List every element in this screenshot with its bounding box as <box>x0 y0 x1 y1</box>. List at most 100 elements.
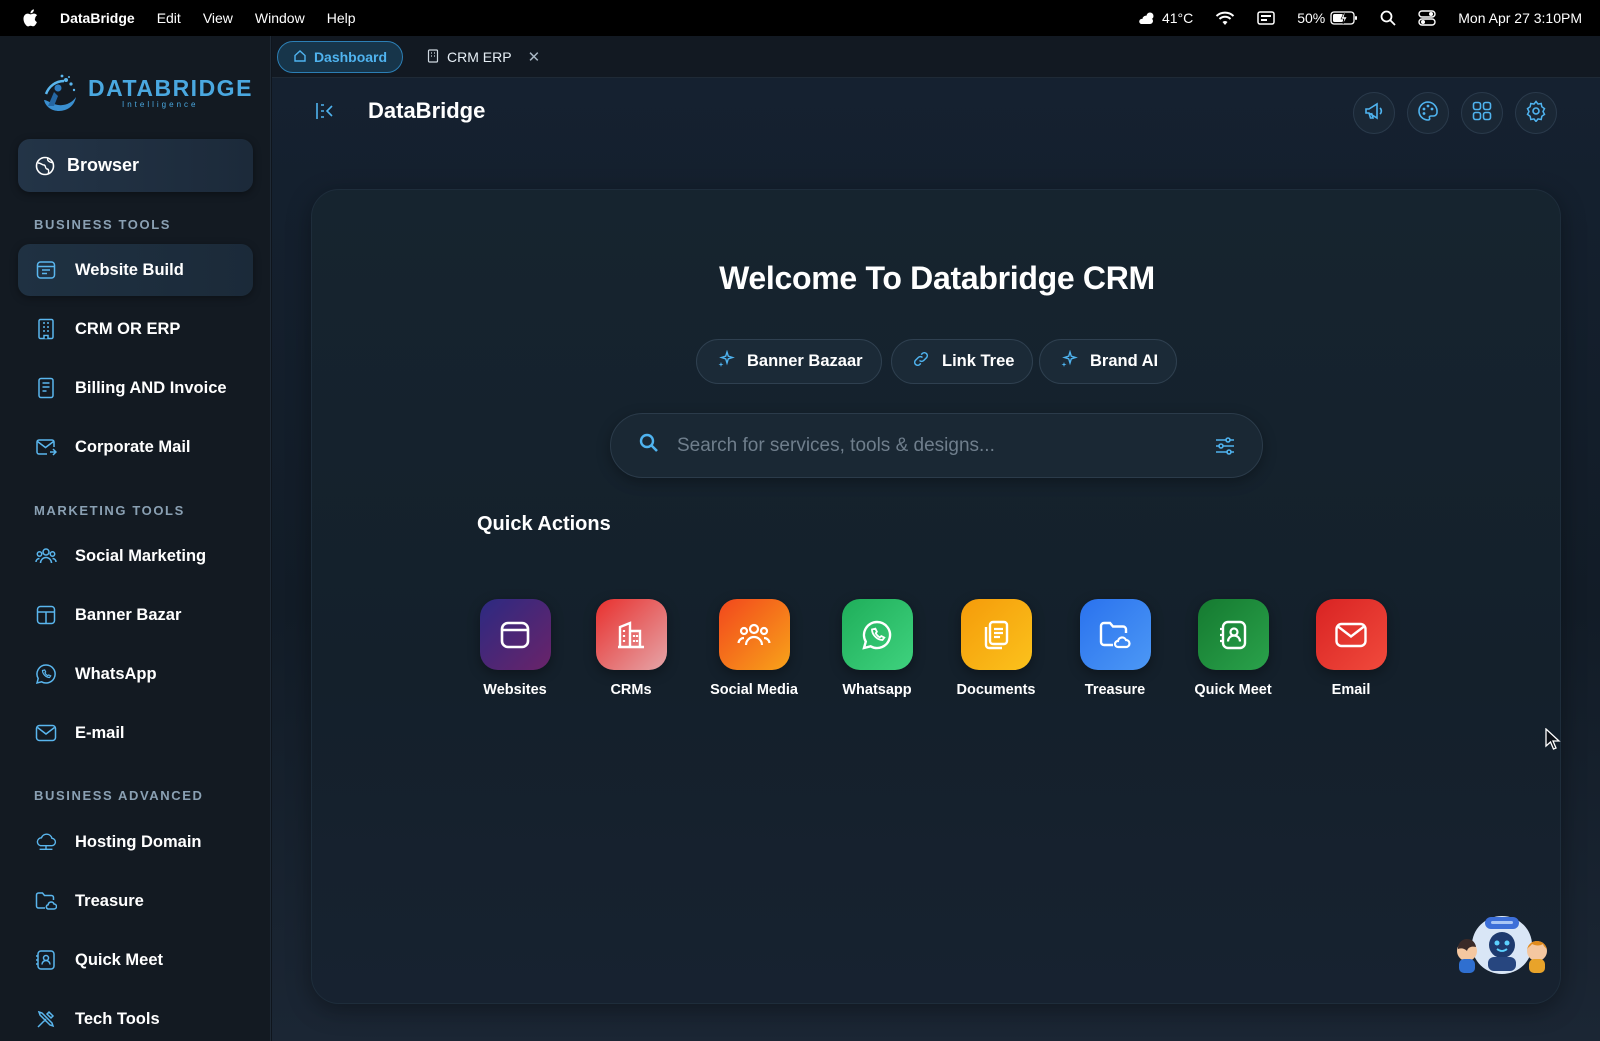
quick-action-label: Quick Meet <box>1194 682 1272 698</box>
sidebar-item-quick-meet[interactable]: Quick Meet <box>18 934 253 986</box>
apple-icon[interactable] <box>22 9 38 27</box>
quick-action-label: Social Media <box>710 682 798 698</box>
grid-icon <box>1471 100 1493 127</box>
section-business-tools: BUSINESS TOOLS <box>34 217 172 232</box>
sidebar-item-website-build[interactable]: Website Build <box>18 244 253 296</box>
section-business-advanced: BUSINESS ADVANCED <box>34 788 204 803</box>
search-input[interactable] <box>677 434 1197 457</box>
spotlight-search-icon[interactable] <box>1380 10 1396 26</box>
sidebar: DATABRIDGE Intelligence Browser BUSINESS… <box>0 36 271 1041</box>
whatsapp-icon <box>35 663 57 685</box>
mouse-cursor-icon <box>1545 727 1561 750</box>
chip-brand-ai[interactable]: Brand AI <box>1039 339 1178 384</box>
browser-button[interactable]: Browser <box>18 139 253 192</box>
tab-bar: Dashboard CRM ERP ✕ <box>272 36 1600 78</box>
sidebar-item-label: Social Marketing <box>75 546 207 565</box>
envelope-icon <box>1315 599 1387 670</box>
building-icon <box>427 48 439 66</box>
whatsapp-icon <box>841 599 913 670</box>
sidebar-item-label: Billing AND Invoice <box>75 378 227 397</box>
quick-action-label: Email <box>1331 682 1371 698</box>
quick-action-label: Treasure <box>1084 682 1146 698</box>
quick-action-label: CRMs <box>610 682 652 698</box>
link-icon <box>912 350 930 373</box>
quick-action-email[interactable]: Email <box>1296 599 1406 698</box>
logo-text: DATABRIDGE <box>88 75 253 101</box>
menu-help[interactable]: Help <box>327 10 356 26</box>
tab-dashboard[interactable]: Dashboard <box>277 41 403 73</box>
folder-cloud-icon <box>35 890 57 912</box>
apps-grid-button[interactable] <box>1461 92 1503 134</box>
sidebar-item-label: E-mail <box>75 723 125 742</box>
battery-status[interactable]: 50% <box>1297 10 1358 26</box>
chip-label: Brand AI <box>1090 352 1159 370</box>
cloud-icon <box>35 831 57 853</box>
weather-cloud-icon <box>1137 10 1157 26</box>
welcome-panel: Welcome To Databridge CRM Banner Bazaar … <box>311 189 1561 1004</box>
tab-crm-erp[interactable]: CRM ERP ✕ <box>427 41 540 73</box>
robot-support-icon <box>1455 916 1549 981</box>
sidebar-collapse-icon[interactable] <box>314 100 336 122</box>
menu-window[interactable]: Window <box>255 10 305 26</box>
home-icon <box>293 49 307 66</box>
quick-action-crms[interactable]: CRMs <box>576 599 686 698</box>
website-icon <box>35 259 57 281</box>
quick-action-documents[interactable]: Documents <box>941 599 1051 698</box>
chip-label: Banner Bazaar <box>747 352 863 370</box>
quick-action-whatsapp[interactable]: Whatsapp <box>822 599 932 698</box>
chip-link-tree[interactable]: Link Tree <box>891 339 1034 384</box>
chatbot-assistant-button[interactable] <box>1455 911 1549 977</box>
sidebar-item-label: CRM OR ERP <box>75 319 181 338</box>
control-center-icon[interactable] <box>1418 10 1436 26</box>
quick-action-treasure[interactable]: Treasure <box>1060 599 1170 698</box>
sidebar-item-social-marketing[interactable]: Social Marketing <box>18 530 253 582</box>
menu-edit[interactable]: Edit <box>157 10 181 26</box>
header: DataBridge <box>272 78 1600 145</box>
chip-banner-bazaar[interactable]: Banner Bazaar <box>696 339 882 384</box>
globe-icon <box>35 156 55 176</box>
sidebar-item-tech-tools[interactable]: Tech Tools <box>18 993 253 1041</box>
quick-action-quick-meet[interactable]: Quick Meet <box>1178 599 1288 698</box>
page-title: DataBridge <box>368 98 486 123</box>
sidebar-item-hosting-domain[interactable]: Hosting Domain <box>18 816 253 868</box>
sidebar-item-label: Quick Meet <box>75 950 164 969</box>
quick-action-label: Documents <box>956 682 1036 698</box>
welcome-heading: Welcome To Databridge CRM <box>719 260 1155 296</box>
quick-action-websites[interactable]: Websites <box>460 599 570 698</box>
sidebar-item-whatsapp[interactable]: WhatsApp <box>18 648 253 700</box>
mail-icon <box>35 436 57 458</box>
clock[interactable]: Mon Apr 27 3:10PM <box>1458 10 1582 26</box>
document-icon <box>960 599 1032 670</box>
gear-icon <box>1525 99 1547 127</box>
quick-action-social-media[interactable]: Social Media <box>699 599 809 698</box>
display-icon[interactable] <box>1257 11 1275 25</box>
sidebar-item-e-mail[interactable]: E-mail <box>18 707 253 759</box>
weather-status[interactable]: 41°C <box>1137 10 1193 26</box>
sidebar-item-treasure[interactable]: Treasure <box>18 875 253 927</box>
tab-label: CRM ERP <box>447 49 512 65</box>
filter-sliders-icon[interactable] <box>1214 435 1236 457</box>
app-menu-name[interactable]: DataBridge <box>60 10 135 26</box>
folder-cloud-icon <box>1079 599 1151 670</box>
wifi-icon[interactable] <box>1215 11 1235 26</box>
envelope-icon <box>35 722 57 744</box>
logo-mark-icon <box>36 70 82 116</box>
menu-view[interactable]: View <box>203 10 233 26</box>
sidebar-item-label: Website Build <box>75 260 184 279</box>
battery-percent: 50% <box>1297 10 1326 26</box>
sidebar-item-crm-or-erp[interactable]: CRM OR ERP <box>18 303 253 355</box>
weather-temp: 41°C <box>1161 10 1194 26</box>
sidebar-item-billing-invoice[interactable]: Billing AND Invoice <box>18 362 253 414</box>
invoice-icon <box>35 377 57 399</box>
settings-button[interactable] <box>1515 92 1557 134</box>
sidebar-item-label: Banner Bazar <box>75 605 182 624</box>
quick-action-label: Whatsapp <box>842 682 912 698</box>
sidebar-item-banner-bazar[interactable]: Banner Bazar <box>18 589 253 641</box>
theme-button[interactable] <box>1407 92 1449 134</box>
sidebar-item-corporate-mail[interactable]: Corporate Mail <box>18 421 253 473</box>
logo[interactable]: DATABRIDGE Intelligence <box>36 70 251 116</box>
sidebar-item-label: Treasure <box>75 891 144 910</box>
announcement-button[interactable] <box>1353 92 1395 134</box>
users-icon <box>718 599 790 670</box>
close-icon[interactable]: ✕ <box>528 48 541 66</box>
